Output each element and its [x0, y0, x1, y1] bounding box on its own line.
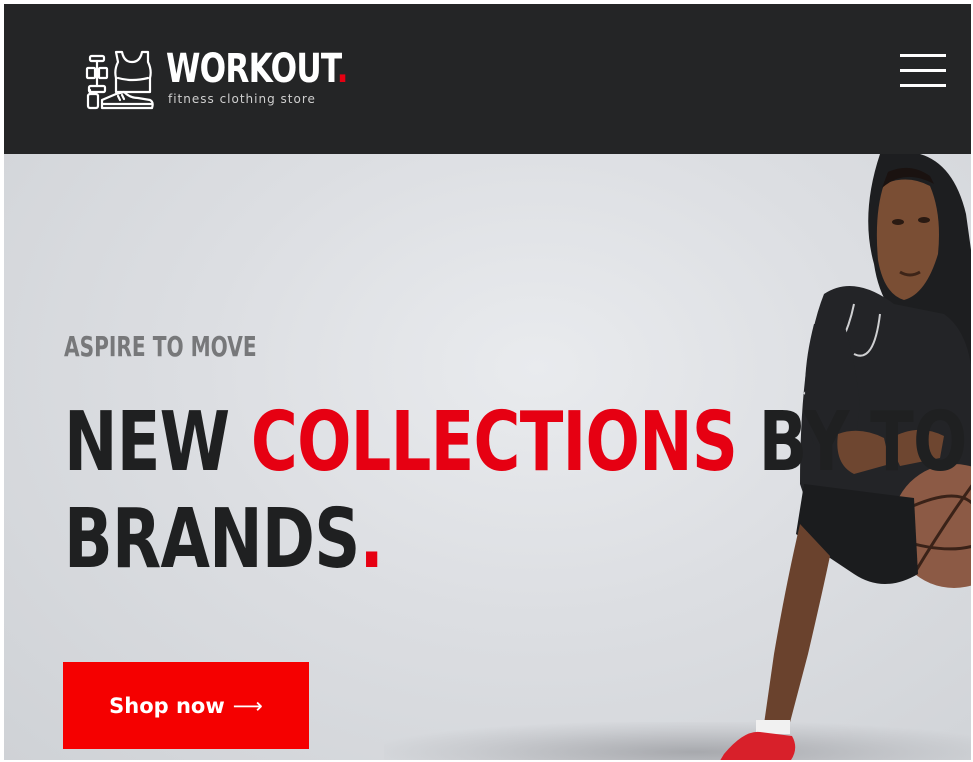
menu-bar-middle: [900, 69, 946, 72]
page-frame: WORKOUT. fitness clothing store ASPIRE T…: [0, 0, 973, 762]
fitness-apparel-logo-icon: [85, 50, 154, 110]
arrow-right-icon: ⟶: [232, 693, 263, 718]
menu-bar-top: [900, 54, 946, 57]
headline-part-2: BY TOP: [758, 395, 971, 490]
hero-banner: ASPIRE TO MOVE NEW COLLECTIONS BY TOP BRA…: [4, 154, 971, 760]
headline-accent: COLLECTIONS: [250, 395, 738, 490]
site-header: WORKOUT. fitness clothing store: [4, 4, 971, 154]
logo-tagline: fitness clothing store: [168, 92, 316, 106]
headline-line-2: BRANDS: [64, 492, 360, 587]
shop-now-label: Shop now: [109, 693, 225, 718]
shop-now-button[interactable]: Shop now ⟶: [63, 662, 309, 749]
logo-title: WORKOUT.: [166, 46, 349, 92]
logo[interactable]: WORKOUT. fitness clothing store: [84, 46, 349, 114]
logo-dot: .: [336, 46, 349, 92]
hero-headline: NEW COLLECTIONS BY TOP BRANDS.: [64, 394, 971, 588]
headline-dot: .: [359, 492, 384, 587]
hero-kicker: ASPIRE TO MOVE: [64, 330, 257, 363]
hamburger-menu-icon[interactable]: [900, 54, 946, 88]
headline-part-1: NEW: [64, 395, 251, 490]
menu-bar-bottom: [900, 84, 946, 87]
